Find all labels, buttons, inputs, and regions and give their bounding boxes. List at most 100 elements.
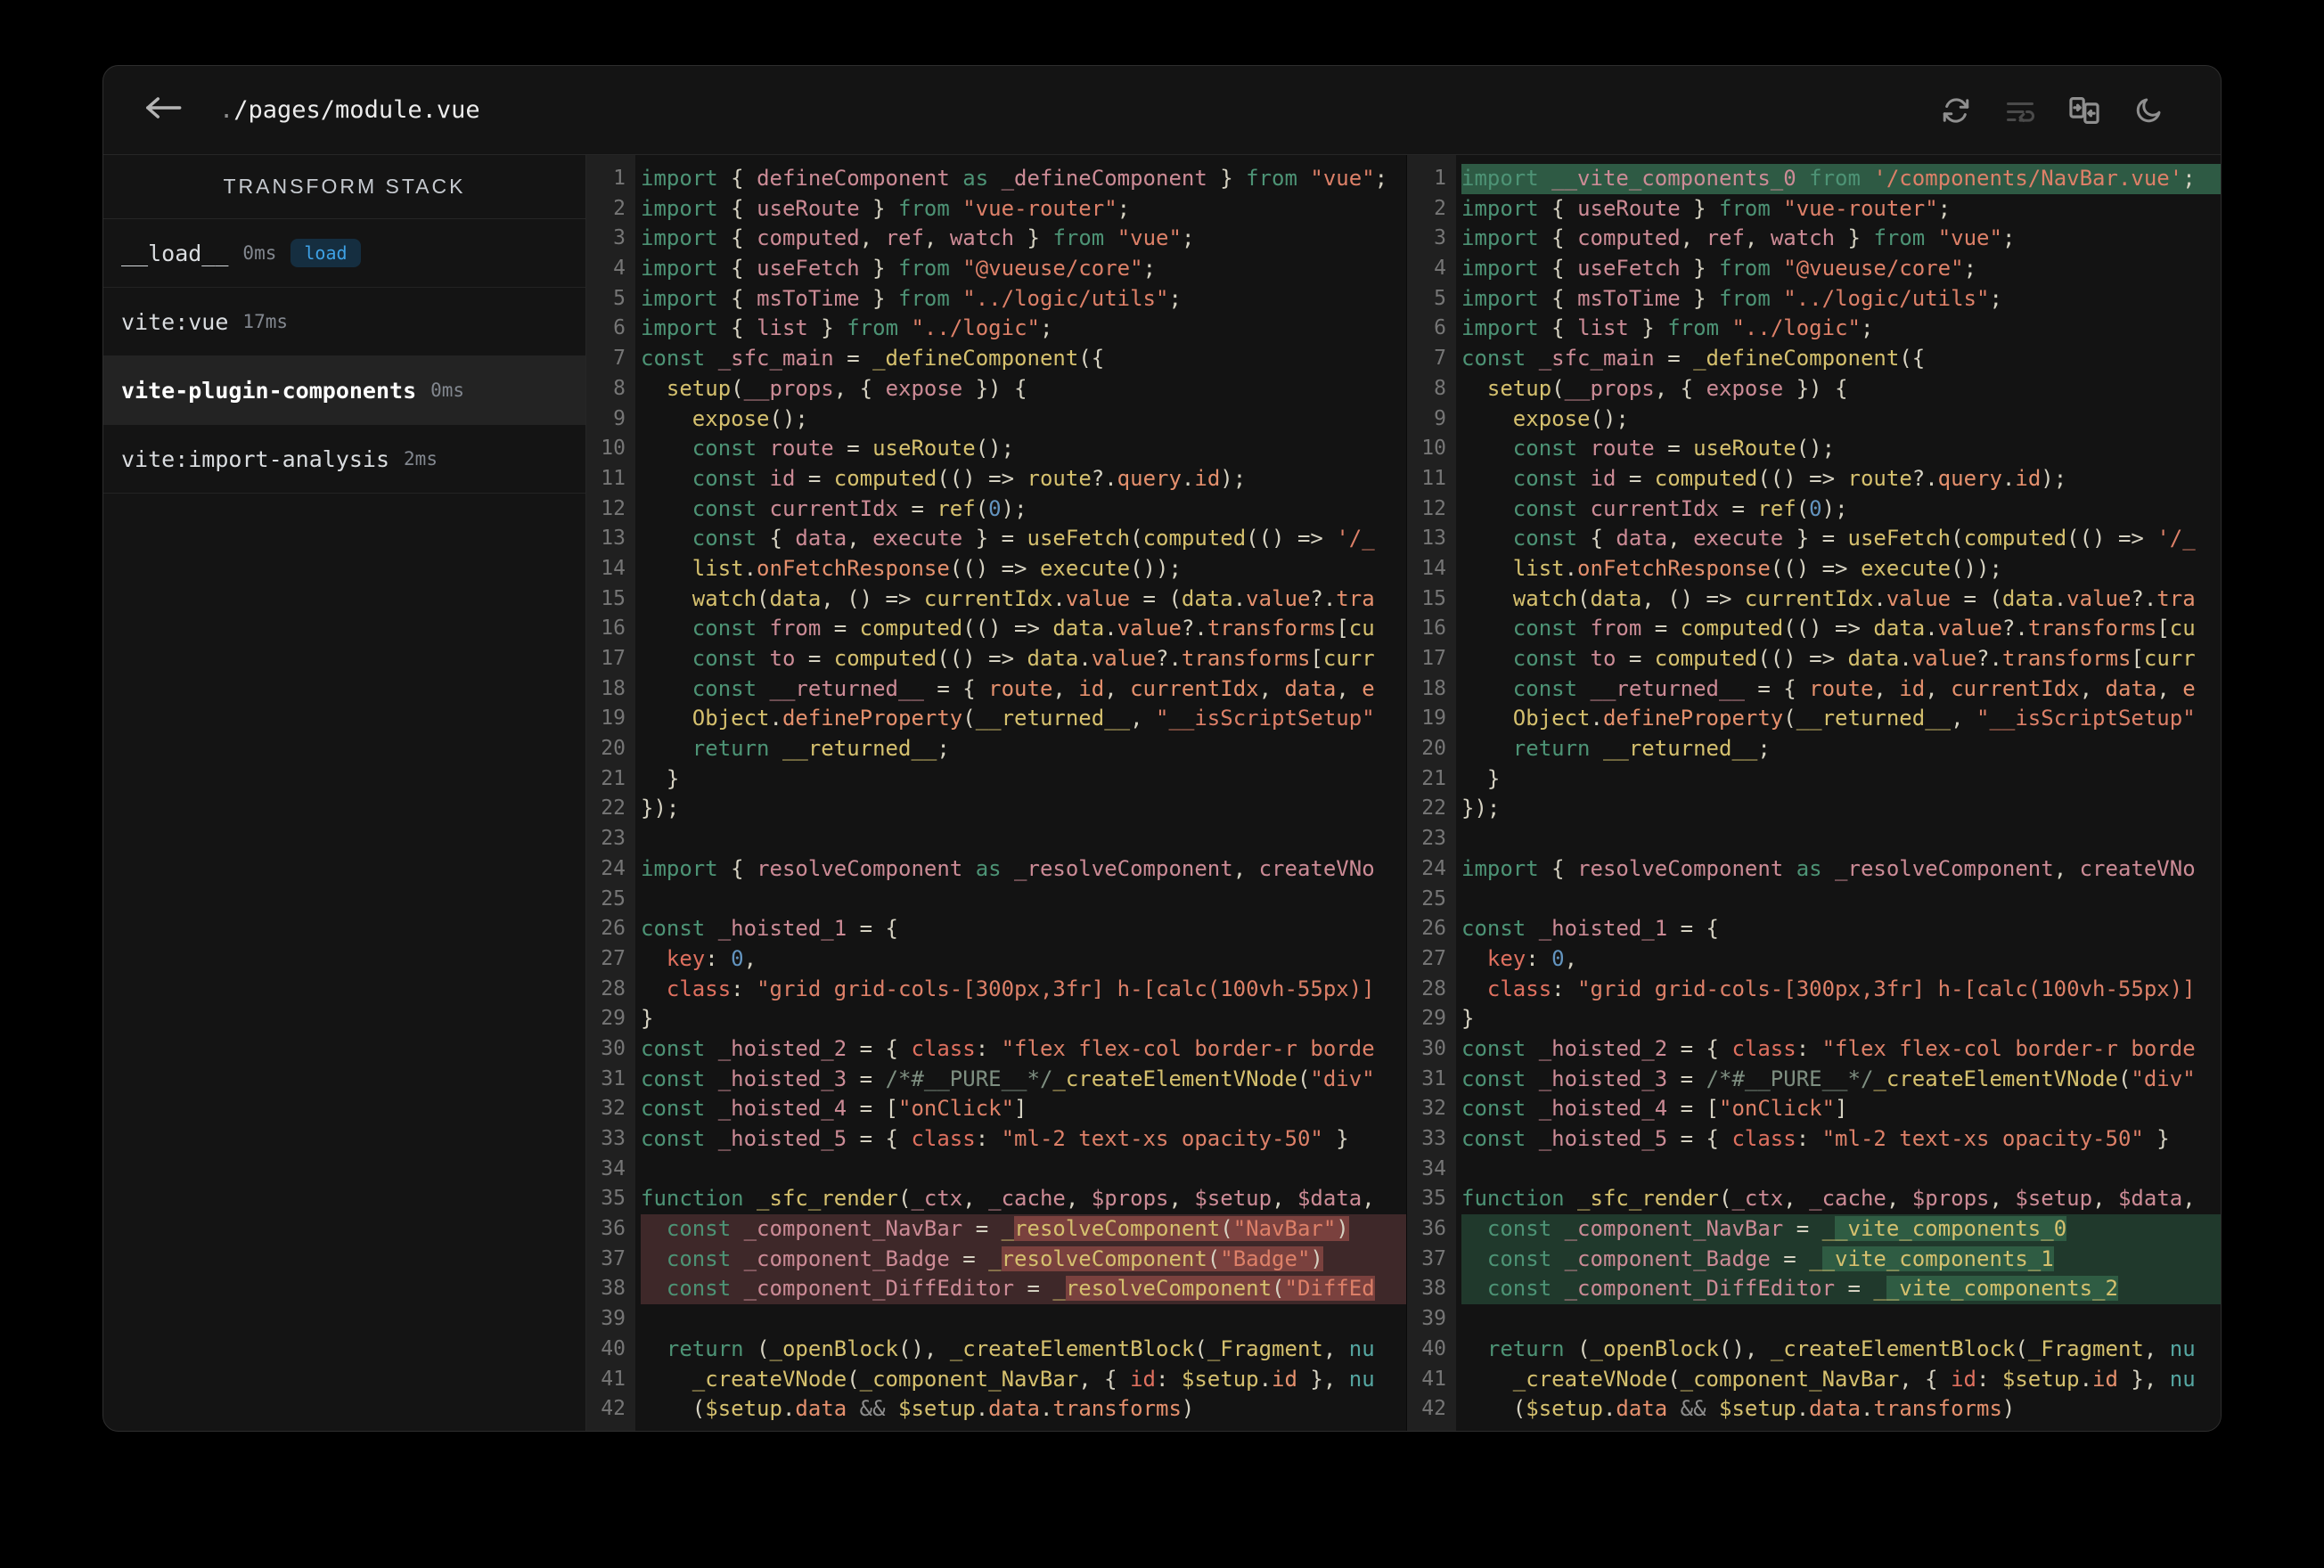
header-bar: ./pages/module.vue	[103, 66, 2221, 155]
line-number: 26	[1421, 917, 1446, 941]
transform-stack-sidebar: TRANSFORM STACK __load__ 0ms load vite:vue 1…	[103, 155, 586, 1431]
line-number: 35	[1421, 1187, 1446, 1211]
code-line: const _component_DiffEditor = _resolveCo…	[641, 1274, 1406, 1305]
plugin-time: 17ms	[242, 311, 288, 332]
line-number: 37	[601, 1246, 626, 1270]
line-number: 28	[1421, 976, 1446, 1000]
line-number: 40	[601, 1336, 626, 1360]
code-line: const to = computed(() => data.value?.tr…	[1512, 646, 2196, 671]
line-number: 22	[601, 796, 626, 821]
code-line: const _sfc_main = _defineComponent({	[1461, 346, 1926, 372]
code-line: return __returned__;	[1512, 736, 1771, 762]
line-number: 19	[1421, 706, 1446, 731]
code-line: import { list } from "../logic";	[641, 315, 1053, 341]
line-number: 32	[601, 1097, 626, 1121]
code-line: class: "grid grid-cols-[300px,3fr] h-[ca…	[1486, 976, 2196, 1001]
code-line: return (_openBlock(), _createElementBloc…	[666, 1335, 1375, 1361]
line-number: 3	[1434, 226, 1446, 250]
line-number: 27	[1421, 946, 1446, 970]
code-line: const currentIdx = ref(0);	[691, 495, 1027, 521]
wrap-lines-icon[interactable]	[2003, 94, 2037, 127]
line-number: 40	[1421, 1336, 1446, 1360]
code-line: import { resolveComponent as _resolveCom…	[1461, 855, 2196, 881]
code-line: class: "grid grid-cols-[300px,3fr] h-[ca…	[666, 976, 1375, 1001]
line-number: 37	[1421, 1246, 1446, 1270]
line-number-gutter-after: 1 2 3 4 5 6 7 8 9 10 11 12 13 14 15 16 17 18 19 20 21 22 23 24 2…	[1407, 155, 1456, 1431]
diff-pane-before: 1 2 3 4 5 6 7 8 9 10 11 12 13 14 15 16 17 18 19 20 21 22 23 24 2…	[586, 155, 1406, 1431]
line-number: 41	[601, 1367, 626, 1391]
code-line: return (_openBlock(), _createElementBloc…	[1486, 1335, 2196, 1361]
line-number: 5	[613, 286, 626, 310]
module-title: ./pages/module.vue	[219, 96, 480, 124]
code-line: import { computed, ref, watch } from "vu…	[641, 225, 1195, 251]
code-line: list.onFetchResponse(() => execute());	[691, 555, 1182, 581]
line-number: 11	[601, 466, 626, 490]
code-line: const __returned__ = { route, id, curren…	[1512, 675, 2196, 701]
sidebar-item-vite-vue[interactable]: vite:vue 17ms	[103, 288, 585, 356]
diff-pane-after: 1 2 3 4 5 6 7 8 9 10 11 12 13 14 15 16 17 18 19 20 21 22 23 24 2…	[1406, 155, 2221, 1431]
back-button[interactable]	[143, 93, 189, 128]
code-line: const _hoisted_3 = /*#__PURE__*/_createE…	[641, 1066, 1375, 1091]
line-number: 15	[601, 586, 626, 610]
compare-panes-icon[interactable]	[2067, 94, 2101, 127]
line-number: 8	[613, 376, 626, 400]
code-line: const _component_NavBar = __vite_compone…	[1461, 1214, 2221, 1245]
code-line: const _hoisted_1 = {	[641, 916, 898, 942]
app-window: ./pages/module.vue TRANSFORM STACK __loa…	[102, 65, 2222, 1432]
code-line: const id = computed(() => route?.query.i…	[1512, 465, 2067, 491]
line-number-gutter-before: 1 2 3 4 5 6 7 8 9 10 11 12 13 14 15 16 17 18 19 20 21 22 23 24 2…	[586, 155, 635, 1431]
line-number: 9	[1434, 406, 1446, 430]
line-number: 18	[1421, 676, 1446, 700]
line-number: 33	[1421, 1127, 1446, 1150]
line-number: 39	[1421, 1307, 1446, 1331]
sidebar-item-vite-plugin-components[interactable]: vite-plugin-components 0ms	[103, 356, 585, 425]
sidebar-item-vite-import-analysis[interactable]: vite:import-analysis 2ms	[103, 425, 585, 494]
line-number: 34	[1421, 1156, 1446, 1180]
code-line: const from = computed(() => data.value?.…	[1512, 616, 2196, 641]
line-number: 33	[601, 1127, 626, 1150]
line-number: 17	[1421, 647, 1446, 670]
code-after[interactable]: import __vite_components_0 from '/compon…	[1456, 155, 2221, 1431]
code-line: }	[1461, 765, 1501, 791]
code-before[interactable]: import { defineComponent as _defineCompo…	[635, 155, 1406, 1431]
line-number: 34	[601, 1156, 626, 1180]
line-number: 23	[601, 827, 626, 851]
dark-mode-icon[interactable]	[2132, 94, 2165, 127]
code-line: const _hoisted_4 = ["onClick"]	[1461, 1096, 1848, 1122]
line-number: 29	[601, 1007, 626, 1031]
code-line: });	[641, 796, 680, 821]
code-line: const route = useRoute();	[691, 436, 1015, 461]
line-number: 30	[601, 1036, 626, 1060]
code-line: import { msToTime } from "../logic/utils…	[1461, 285, 2002, 311]
code-line: const from = computed(() => data.value?.…	[691, 616, 1375, 641]
line-number: 10	[1421, 437, 1446, 461]
line-number: 22	[1421, 796, 1446, 821]
line-number: 18	[601, 676, 626, 700]
line-number: 27	[601, 946, 626, 970]
code-line: const route = useRoute();	[1512, 436, 1836, 461]
sidebar-item-load[interactable]: __load__ 0ms load	[103, 219, 585, 288]
line-number: 21	[601, 766, 626, 790]
line-number: 25	[1421, 886, 1446, 911]
line-number: 16	[1421, 617, 1446, 641]
code-line: import { defineComponent as _defineCompo…	[641, 166, 1388, 191]
code-line: }	[641, 1006, 654, 1032]
code-line: import { computed, ref, watch } from "vu…	[1461, 225, 2016, 251]
line-number: 14	[601, 556, 626, 580]
line-number: 6	[613, 316, 626, 340]
code-line: const _component_Badge = __vite_componen…	[1461, 1244, 2221, 1275]
line-number: 42	[1421, 1397, 1446, 1421]
code-line: const _sfc_main = _defineComponent({	[641, 346, 1105, 372]
line-number: 31	[1421, 1066, 1446, 1090]
code-line: const _component_Badge = _resolveCompone…	[641, 1244, 1406, 1275]
code-line: key: 0,	[666, 945, 757, 971]
refresh-icon[interactable]	[1939, 94, 1973, 127]
line-number: 32	[1421, 1097, 1446, 1121]
line-number: 38	[601, 1277, 626, 1301]
line-number: 25	[601, 886, 626, 911]
code-line: import { resolveComponent as _resolveCom…	[641, 855, 1375, 881]
code-line: function _sfc_render(_ctx, _cache, $prop…	[1461, 1186, 2196, 1212]
